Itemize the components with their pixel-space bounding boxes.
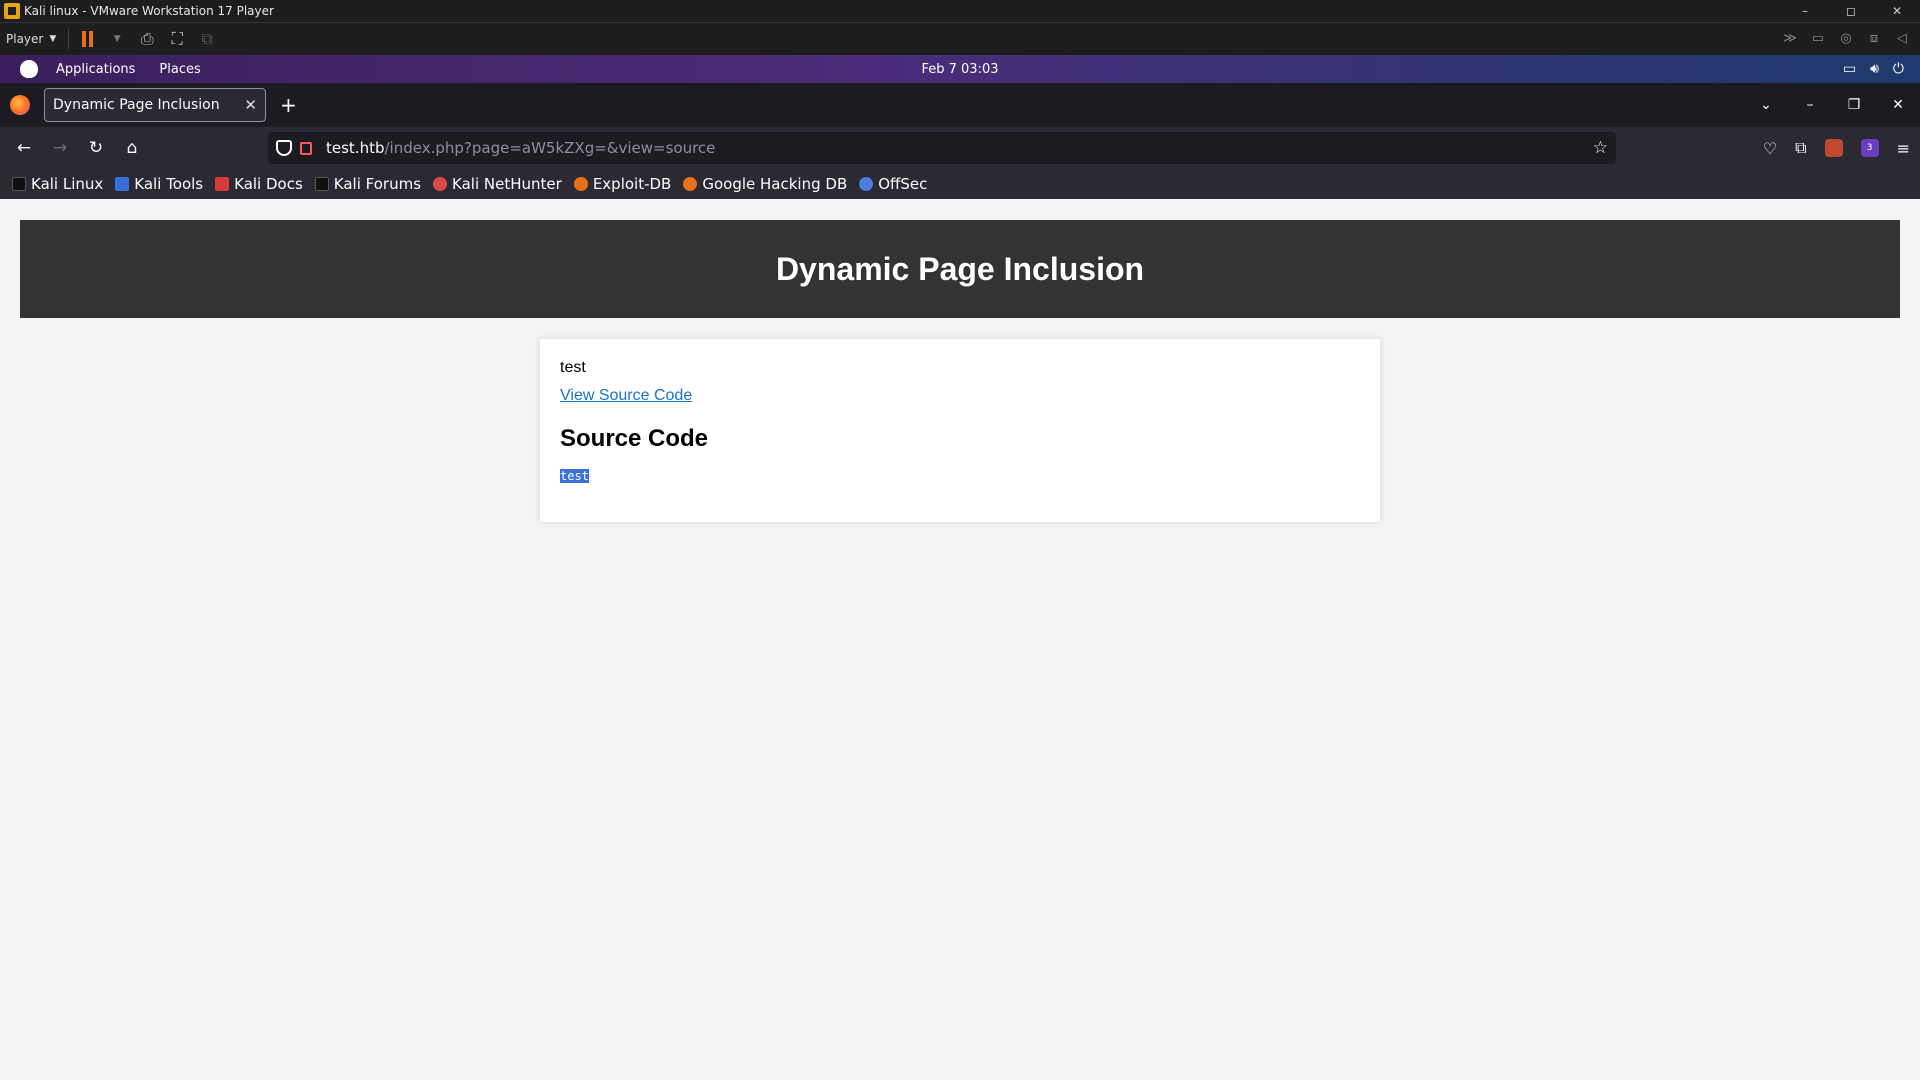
bookmark-label: OffSec: [878, 175, 928, 193]
vmware-toolbar: Player ▼ ▼ ⎙ ⛶ ⧉ ≫ ▭ ◎ ⧈ ◁: [0, 23, 1920, 55]
source-code-block: test: [560, 469, 1360, 483]
network-icon[interactable]: ≫: [1780, 29, 1800, 49]
app-menu-icon[interactable]: ≡: [1897, 139, 1910, 158]
bookmark-star-icon[interactable]: ☆: [1593, 138, 1608, 158]
content-card: test View Source Code Source Code test: [540, 339, 1380, 522]
url-host: test.htb: [326, 139, 385, 157]
nethunter-icon: [433, 177, 448, 191]
fullscreen-button[interactable]: ⛶: [165, 27, 189, 51]
url-path: /index.php?page=aW5kZXg=&view=source: [384, 139, 716, 157]
bookmark-label: Google Hacking DB: [702, 175, 848, 193]
sound-card-icon[interactable]: ◁: [1892, 29, 1912, 49]
browser-restore-button[interactable]: ❐: [1832, 97, 1876, 113]
extension-badge-icon[interactable]: 3: [1860, 139, 1879, 157]
extension-red-icon[interactable]: [1824, 139, 1843, 157]
unity-button[interactable]: ⧉: [195, 27, 219, 51]
url-bar[interactable]: test.htb /index.php?page=aW5kZXg=&view=s…: [268, 132, 1616, 164]
close-button[interactable]: ✕: [1874, 4, 1920, 18]
screen-icon[interactable]: ▭: [1843, 61, 1856, 77]
insecure-lock-icon[interactable]: [300, 141, 312, 155]
source-code-text[interactable]: test: [560, 469, 589, 483]
bookmark-label: Kali Tools: [134, 175, 204, 193]
pause-icon: [81, 31, 93, 47]
bookmark-kali-docs[interactable]: Kali Docs: [215, 175, 303, 193]
apple-menu-icon[interactable]: [20, 60, 38, 78]
bookmark-label: Exploit-DB: [592, 175, 672, 193]
clock[interactable]: Feb 7 03:03: [921, 62, 998, 77]
included-content: test: [560, 359, 586, 376]
bookmark-kali-linux[interactable]: Kali Linux: [12, 175, 103, 193]
kali-forums-icon: [314, 177, 329, 191]
vmware-app-icon: [4, 3, 20, 19]
web-page: Dynamic Page Inclusion test View Source …: [0, 199, 1920, 1080]
browser-window-controls: ⌄ – ❐ ✕: [1744, 97, 1920, 113]
usb-device-icon[interactable]: ⧈: [1864, 29, 1884, 49]
hard-disk-icon[interactable]: ▭: [1808, 29, 1828, 49]
firefox-view-icon[interactable]: [10, 95, 30, 115]
maximize-button[interactable]: ◻: [1828, 4, 1874, 18]
toolbar-divider: [68, 29, 70, 49]
new-tab-button[interactable]: +: [280, 93, 297, 117]
page-header: Dynamic Page Inclusion: [20, 220, 1900, 318]
vmware-window-title: Kali linux - VMware Workstation 17 Playe…: [24, 4, 274, 18]
browser-close-button[interactable]: ✕: [1876, 97, 1920, 113]
tracking-protection-icon[interactable]: [276, 140, 292, 156]
send-ctrl-alt-del-button[interactable]: ⎙: [135, 27, 159, 51]
browser-tab-active[interactable]: Dynamic Page Inclusion ✕: [44, 88, 266, 122]
list-all-tabs-icon[interactable]: ⌄: [1744, 97, 1788, 113]
player-menu-button[interactable]: Player ▼: [0, 32, 62, 46]
exploit-db-icon: [573, 177, 588, 191]
offsec-icon: [859, 177, 874, 191]
navigation-bar: ← → ↻ ⌂ test.htb /index.php?page=aW5kZXg…: [0, 127, 1920, 169]
vmware-window-controls: – ◻ ✕: [1782, 4, 1920, 18]
bookmark-label: Kali NetHunter: [452, 175, 562, 193]
power-icon[interactable]: ⏻: [1893, 61, 1904, 77]
browser-minimize-button[interactable]: –: [1788, 97, 1832, 113]
extensions-icon[interactable]: ⧉: [1795, 138, 1806, 158]
bookmark-label: Kali Forums: [333, 175, 422, 193]
bookmark-offsec[interactable]: OffSec: [859, 175, 927, 193]
bookmark-kali-forums[interactable]: Kali Forums: [314, 175, 422, 193]
minimize-button[interactable]: –: [1782, 4, 1828, 18]
tab-title: Dynamic Page Inclusion: [53, 97, 220, 113]
source-code-heading: Source Code: [560, 425, 709, 452]
forward-button[interactable]: →: [42, 138, 78, 158]
toolbar-buttons: ♡ ⧉ 3 ≡: [1763, 127, 1910, 169]
bookmark-label: Kali Docs: [234, 175, 303, 193]
ghdb-icon: [683, 177, 698, 191]
bookmark-google-hacking-db[interactable]: Google Hacking DB: [683, 175, 847, 193]
pause-button[interactable]: [75, 27, 99, 51]
browser-tab-strip: Dynamic Page Inclusion ✕ + ⌄ – ❐ ✕: [0, 83, 1920, 127]
volume-icon[interactable]: 🔊︎: [1870, 61, 1879, 77]
device-status-icons: ≫ ▭ ◎ ⧈ ◁: [1780, 29, 1920, 49]
system-tray: ▭ 🔊︎ ⏻: [1843, 61, 1920, 77]
bookmarks-bar: Kali Linux Kali Tools Kali Docs Kali For…: [0, 169, 1920, 199]
kali-tools-icon: [115, 177, 130, 191]
applications-menu[interactable]: Applications: [56, 62, 135, 77]
vmware-title-bar: Kali linux - VMware Workstation 17 Playe…: [0, 0, 1920, 23]
home-button[interactable]: ⌂: [114, 138, 150, 158]
cd-drive-icon[interactable]: ◎: [1836, 29, 1856, 49]
kali-dragon-icon: [12, 177, 26, 191]
pause-options-dropdown[interactable]: ▼: [105, 27, 129, 51]
bookmark-kali-tools[interactable]: Kali Tools: [115, 175, 203, 193]
places-menu[interactable]: Places: [159, 62, 200, 77]
player-menu-label: Player: [6, 32, 44, 46]
reload-button[interactable]: ↻: [78, 138, 114, 158]
kali-docs-icon: [215, 177, 230, 191]
kali-top-panel: Applications Places Feb 7 03:03 ▭ 🔊︎ ⏻: [0, 55, 1920, 83]
bookmark-kali-nethunter[interactable]: Kali NetHunter: [433, 175, 562, 193]
bookmark-exploit-db[interactable]: Exploit-DB: [573, 175, 672, 193]
page-title: Dynamic Page Inclusion: [775, 250, 1145, 287]
bookmark-label: Kali Linux: [31, 175, 104, 193]
back-button[interactable]: ←: [6, 138, 42, 158]
view-source-link[interactable]: View Source Code: [560, 387, 692, 405]
pocket-icon[interactable]: ♡: [1763, 139, 1777, 158]
chevron-down-icon: ▼: [49, 34, 57, 44]
close-tab-icon[interactable]: ✕: [244, 96, 257, 114]
